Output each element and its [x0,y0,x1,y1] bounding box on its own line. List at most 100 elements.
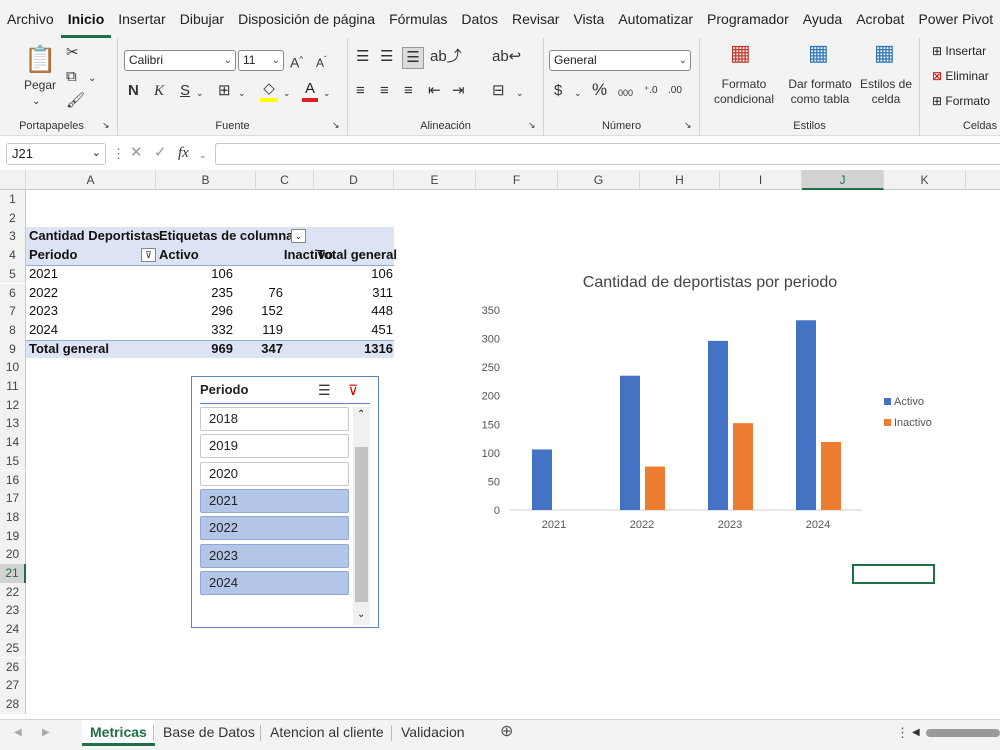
row-header-12[interactable]: 12 [0,395,26,415]
pivot-total-label[interactable]: Total general [26,340,156,359]
pivot-cell-total[interactable]: 106 [314,265,396,284]
column-header-B[interactable]: B [156,170,256,190]
row-header-8[interactable]: 8 [0,320,26,340]
menu-inicio[interactable]: Inicio [60,3,112,38]
column-header-K[interactable]: K [884,170,966,190]
slicer-item-2019[interactable]: 2019 [200,434,349,459]
menu-vista[interactable]: Vista [566,0,611,38]
menu-f-rmulas[interactable]: Fórmulas [382,0,454,38]
slicer-scrollbar[interactable]: ⌃ ⌄ [353,407,370,625]
chevron-down-icon[interactable]: ⌄ [199,146,207,164]
more-options-icon[interactable]: ⋮ [112,145,125,163]
increase-indent-icon[interactable]: ⇥ [452,82,465,100]
row-header-10[interactable]: 10 [0,358,26,377]
pivot-row-periodo[interactable]: 2022 [26,284,156,303]
column-header-H[interactable]: H [640,170,720,190]
bar-activo-2021[interactable] [532,449,552,510]
more-options-icon[interactable]: ⋮ [896,724,909,742]
align-right-icon[interactable]: ≡ [404,82,413,100]
scroll-left-icon[interactable]: ◀ [912,724,920,742]
row-header-7[interactable]: 7 [0,302,26,321]
menu-ayuda[interactable]: Ayuda [796,0,849,38]
orientation-icon[interactable]: ab⤴ [430,48,462,66]
active-cell-selection[interactable] [852,564,935,584]
bar-chart[interactable]: Cantidad de deportistas por periodo 0 50 10… [470,262,950,542]
row-header-3[interactable]: 3 [0,227,26,247]
cut-icon[interactable]: ✂ [66,44,79,62]
name-box[interactable]: J21 ⌄ [6,143,106,165]
pivot-cell-activo[interactable]: 106 [156,265,236,284]
column-filter-dropdown[interactable]: ⌄ [291,229,306,244]
scroll-up-icon[interactable]: ⌃ [357,409,365,420]
periodo-slicer[interactable]: Periodo ☰ ⊽ 2018 2019 2020 2021 2022 2023 2024… [191,376,379,628]
font-color-icon[interactable]: A [302,80,318,102]
row-header-20[interactable]: 20 [0,545,26,564]
add-sheet-icon[interactable]: ⊕ [500,723,513,741]
scroll-down-icon[interactable]: ⌄ [357,609,365,620]
increase-font-icon[interactable]: A^ [290,51,303,72]
slicer-item-2022[interactable]: 2022 [200,516,349,541]
italic-button[interactable]: K [154,82,164,100]
slicer-item-2023[interactable]: 2023 [200,543,349,568]
dialog-launcher-icon[interactable]: ↘ [102,116,110,134]
slicer-item-2018[interactable]: 2018 [200,407,349,431]
table-format-icon[interactable]: ▦ [808,42,829,64]
format-painter-icon[interactable]: 🖌 [66,92,85,110]
pivot-header-activo[interactable]: Activo [156,246,256,265]
row-header-18[interactable]: 18 [0,507,26,527]
chevron-down-icon[interactable]: ⌄ [238,84,246,102]
paste-button[interactable]: Pegar [18,78,62,93]
pivot-row-periodo[interactable]: 2023 [26,302,156,321]
underline-button[interactable]: S [180,82,190,100]
sheet-tab-metricas[interactable]: Metricas [82,720,155,746]
slicer-item-2021[interactable]: 2021 [200,488,349,513]
conditional-format-button[interactable]: Formato condicional [702,77,786,107]
insert-cells-button[interactable]: ⊞ Insertar [932,44,986,58]
row-header-4[interactable]: 4 [0,246,26,265]
align-left-icon[interactable]: ≡ [356,82,365,100]
increase-decimal-icon[interactable]: ⁺.0 [644,82,658,100]
align-bottom-icon[interactable]: ☰ [402,47,424,69]
sheet-tab-base-de-datos[interactable]: Base de Datos [155,720,263,746]
sheet-tab-validacion[interactable]: Validacion [393,720,473,746]
row-header-13[interactable]: 13 [0,414,26,434]
enter-icon[interactable]: ✓ [154,144,167,162]
slicer-item-2024[interactable]: 2024 [200,570,349,595]
cell-styles-icon[interactable]: ▦ [874,42,895,64]
row-header-16[interactable]: 16 [0,470,26,490]
row-header-2[interactable]: 2 [0,208,26,228]
row-header-15[interactable]: 15 [0,451,26,471]
column-header-G[interactable]: G [558,170,640,190]
format-as-table-button[interactable]: Dar formato como tabla [784,77,856,107]
menu-power-pivot[interactable]: Power Pivot [911,0,1000,38]
merge-center-icon[interactable]: ⊟ [492,82,505,100]
pivot-cell-total[interactable]: 448 [314,302,396,321]
row-header-17[interactable]: 17 [0,489,26,508]
column-header-E[interactable]: E [394,170,476,190]
copy-icon[interactable]: ⧉ [66,68,77,86]
bar-activo-2023[interactable] [708,340,728,510]
menu-acrobat[interactable]: Acrobat [849,0,911,38]
row-header-21[interactable]: 21 [0,564,26,583]
pivot-cell-inactivo[interactable]: 152 [256,302,286,321]
bar-activo-2024[interactable] [796,320,816,510]
chevron-down-icon[interactable]: ⌄ [196,84,204,102]
bar-inactivo-2022[interactable] [645,466,665,510]
pivot-row-header[interactable]: Periodo [26,246,156,265]
pivot-row-periodo[interactable]: 2024 [26,321,156,340]
pivot-total-inactivo[interactable]: 347 [256,340,286,359]
chevron-down-icon[interactable]: ⌄ [574,84,582,102]
row-header-14[interactable]: 14 [0,433,26,452]
percent-icon[interactable]: % [592,81,607,99]
column-header-A[interactable]: A [26,170,156,190]
pivot-column-labels[interactable]: Etiquetas de columna [156,227,296,246]
pivot-cell-activo[interactable]: 296 [156,302,236,321]
align-top-icon[interactable]: ☰ [356,48,369,66]
column-header-I[interactable]: I [720,170,802,190]
decrease-decimal-icon[interactable]: .00 [668,82,682,100]
pivot-row-periodo[interactable]: 2021 [26,265,156,284]
pivot-cell-activo[interactable]: 235 [156,284,236,303]
pivot-cell-inactivo[interactable]: 76 [256,284,286,303]
decrease-font-icon[interactable]: Aˇ [316,51,327,72]
comma-style-icon[interactable]: 000 [618,84,633,102]
